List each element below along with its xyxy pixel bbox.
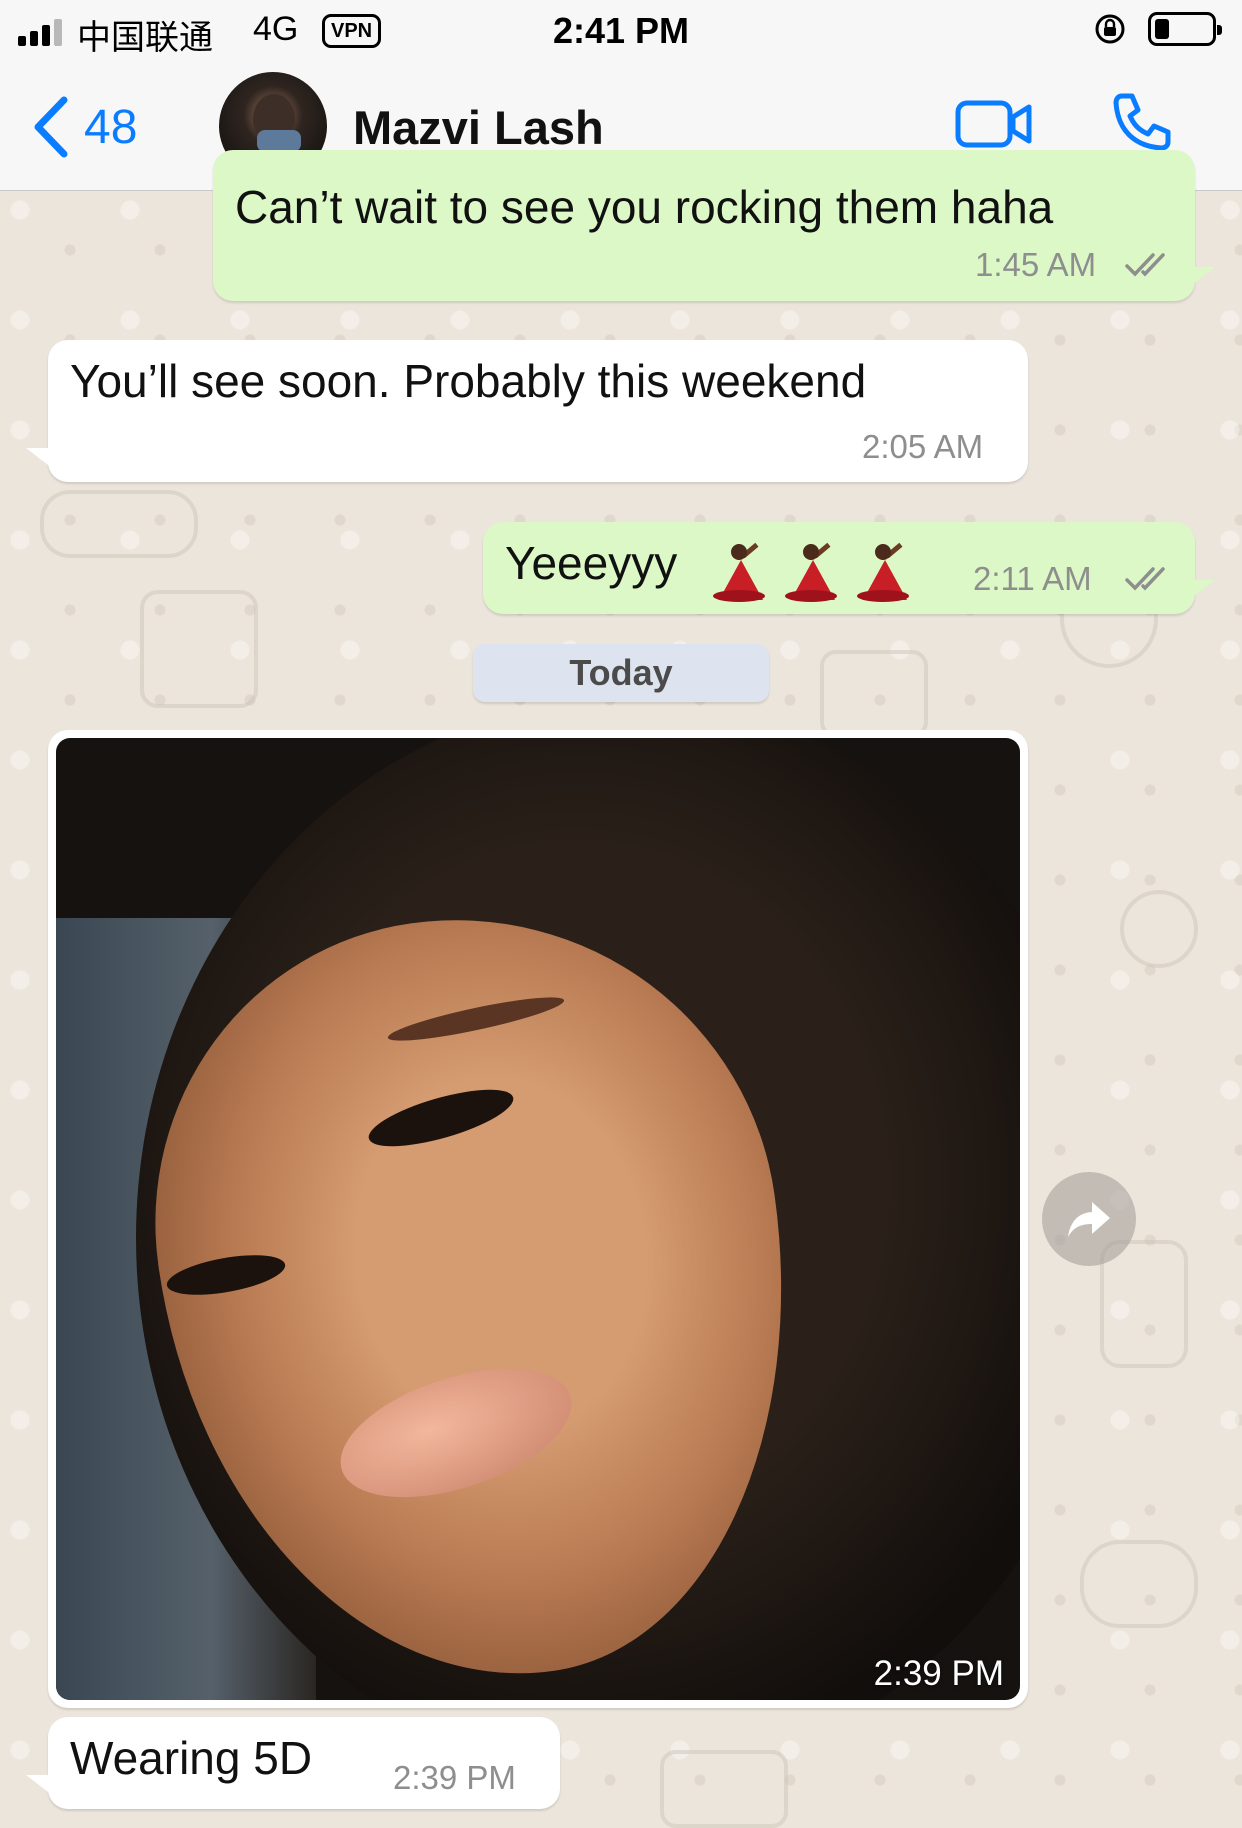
wallpaper-doodle [820, 650, 928, 738]
message-bubble-image[interactable]: 2:39 PM [48, 730, 1028, 1708]
wallpaper-doodle [660, 1750, 788, 1828]
dancer-emoji [855, 542, 909, 606]
photo-attachment[interactable]: 2:39 PM [56, 738, 1020, 1700]
dancer-emoji [783, 542, 837, 606]
status-bar: 中国联通 4G VPN 2:41 PM [0, 0, 1242, 62]
message-text: You’ll see soon. Probably this weekend [70, 355, 867, 407]
phone-icon[interactable] [1108, 90, 1172, 154]
message-bubble-incoming[interactable]: You’ll see soon. Probably this weekend 2… [26, 340, 1028, 482]
message-bubble-outgoing[interactable]: Yeeeyyy 2:11 AM [483, 522, 1215, 614]
message-time: 2:05 AM [862, 428, 984, 465]
status-time: 2:41 PM [552, 10, 690, 51]
bubble-tail [1189, 580, 1215, 600]
orientation-lock-icon [1095, 14, 1125, 44]
wallpaper-doodle [1080, 1540, 1198, 1628]
message-time: 2:39 PM [873, 1654, 1004, 1693]
message-bubble-outgoing[interactable]: Can’t wait to see you rocking them haha … [213, 150, 1215, 301]
bubble-tail [26, 1775, 52, 1795]
bubble-tail [1189, 267, 1215, 287]
message-text: Yeeeyyy [505, 537, 678, 589]
message-time: 2:11 AM [973, 560, 1092, 597]
read-ticks-icon [1125, 567, 1165, 591]
date-divider: Today [473, 644, 769, 702]
read-ticks-icon [1125, 253, 1165, 277]
contact-name[interactable]: Mazvi Lash [353, 100, 604, 155]
wallpaper-doodle [1120, 890, 1198, 968]
dancer-emoji-group [711, 542, 909, 606]
video-call-icon[interactable] [955, 98, 1033, 150]
message-text: Can’t wait to see you rocking them haha [235, 181, 1054, 233]
forward-button[interactable] [1042, 1172, 1136, 1266]
message-time: 2:39 PM [393, 1759, 516, 1796]
forward-arrow-icon [1068, 1202, 1110, 1237]
bubble-tail [26, 448, 52, 468]
chevron-left-icon [34, 96, 68, 158]
dancer-emoji [711, 542, 765, 606]
unread-count: 48 [84, 100, 138, 154]
wallpaper-doodle [140, 590, 258, 708]
back-button[interactable]: 48 [32, 92, 137, 162]
message-time: 1:45 AM [975, 246, 1097, 283]
battery-icon [1148, 12, 1222, 46]
message-bubble-incoming[interactable]: Wearing 5D 2:39 PM [26, 1717, 560, 1809]
message-text: Wearing 5D [70, 1732, 313, 1784]
wallpaper-doodle [40, 490, 198, 558]
